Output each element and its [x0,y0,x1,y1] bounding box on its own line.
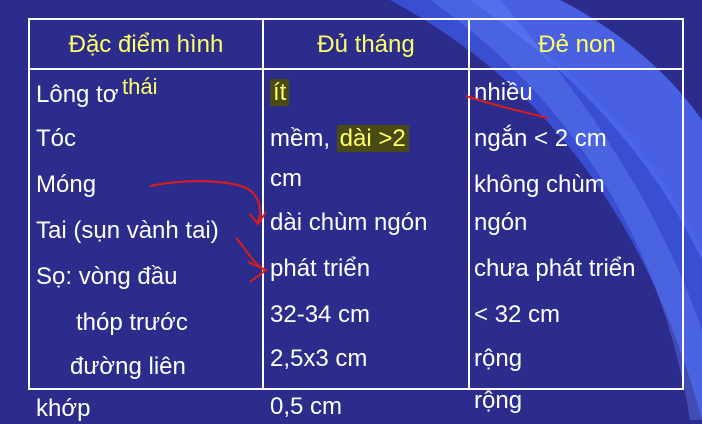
full-term-duong-lien: 0,5 cm [270,393,343,420]
column-divider-1 [262,20,264,388]
row-label-toc: Tóc [36,125,77,152]
column-divider-2 [468,20,470,388]
full-term-mong: dài chùm ngón [270,209,428,236]
toc-soft-text: mềm, [270,125,337,152]
highlight-it: ít [270,79,290,106]
row-label-mong: Móng [36,171,97,198]
premature-duong-lien: rộng [474,387,523,414]
row-label-vong-dau: Sọ: vòng đầu [36,263,178,290]
premature-thop-truoc: rộng [474,345,523,372]
highlight-dai: dài >2 [336,125,409,152]
row-label-duong-lien: đường liên [70,353,186,380]
full-term-toc-unit: cm [270,165,302,192]
row-label-tai: Tai (sụn vành tai) [36,217,219,244]
premature-vong-dau: < 32 cm [474,301,561,328]
premature-long-to: nhiều [474,79,533,106]
full-term-toc: mềm, dài >2 [270,124,409,154]
header-premature: Đẻ non [538,31,616,58]
premature-tai: chưa phát triển [474,255,636,282]
row-label-thop-truoc: thóp trước [76,309,188,336]
full-term-thop-truoc: 2,5x3 cm [270,345,368,372]
comparison-table: Đặc điểm hình Đủ tháng Đẻ non Lông tơ th… [28,18,684,422]
header-divider [30,68,682,70]
full-term-tai: phát triển [270,255,371,282]
premature-toc: ngắn < 2 cm [474,125,607,152]
premature-mong-line2: ngón [474,209,528,236]
header-full-term: Đủ tháng [317,31,415,58]
premature-mong-line1: không chùm [474,171,605,198]
full-term-long-to: ít [270,78,290,108]
full-term-vong-dau: 32-34 cm [270,301,371,328]
header-characteristics: Đặc điểm hình [68,31,224,58]
row-label-long-to: Lông tơ [36,81,119,108]
header-overflow-text: thái [122,74,158,99]
